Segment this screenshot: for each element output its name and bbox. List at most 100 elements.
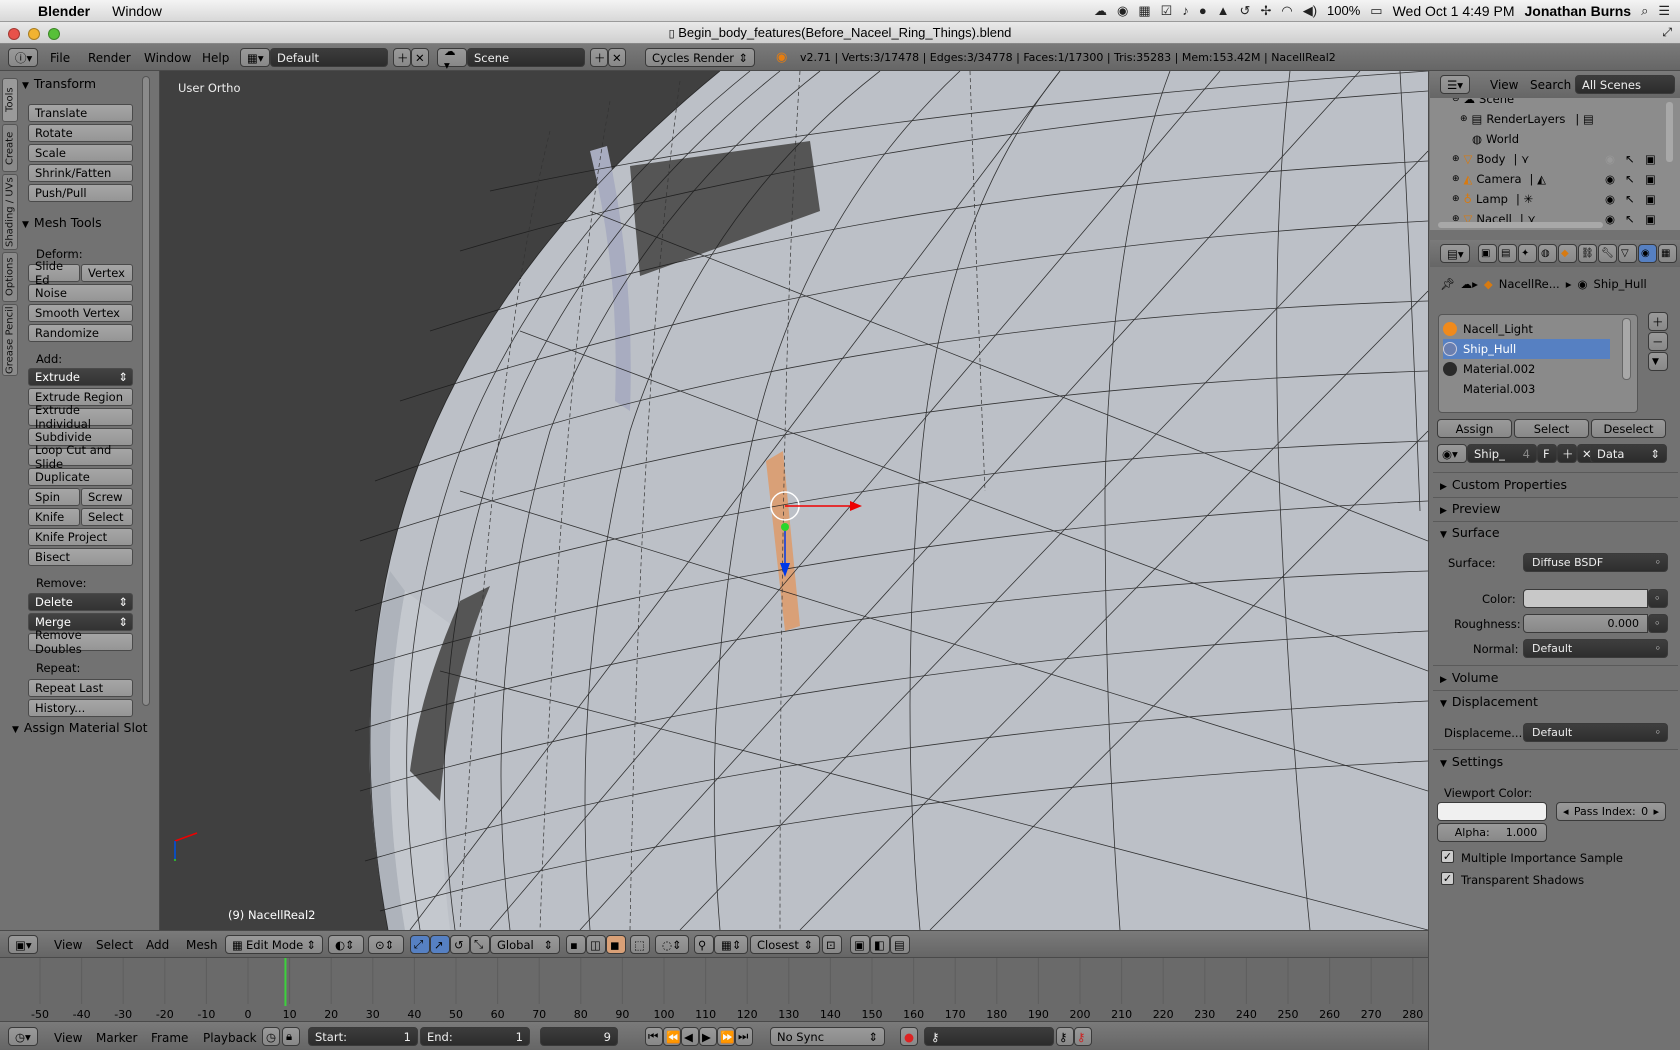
menu-help[interactable]: Help	[202, 51, 229, 65]
render-tab-icon[interactable]: ▣	[1478, 244, 1497, 263]
selectable-cursor-icon[interactable]: ↖	[1625, 192, 1635, 206]
color-swatch[interactable]	[1523, 589, 1648, 608]
timeline-editor[interactable]: -50 -40 -30 -20 -10 0 10 20 30 40 50 60 70 80 90 100 110…	[0, 957, 1428, 1021]
viewport-color-swatch[interactable]	[1437, 802, 1547, 821]
pivot-point-dropdown[interactable]: ⊙⇕	[368, 935, 404, 954]
add-scene-button[interactable]: ＋	[590, 48, 608, 67]
selectable-cursor-icon[interactable]: ↖	[1625, 212, 1635, 226]
bluetooth-icon[interactable]: ✢	[1260, 3, 1271, 19]
time-machine-icon[interactable]: ↺	[1240, 3, 1251, 19]
extrude-individual-button[interactable]: Extrude Individual	[28, 403, 133, 431]
manipulator-toggle[interactable]: ⤢	[410, 935, 430, 954]
panel-transform-header[interactable]: Transform	[22, 76, 96, 91]
jump-start-button[interactable]: ⏮	[645, 1027, 663, 1046]
increment-arrow-icon[interactable]: ▸	[1653, 805, 1659, 818]
history-button[interactable]: History...	[28, 699, 133, 717]
material-specials-dropdown[interactable]: ▼	[1648, 352, 1668, 371]
panel-assign-material-slot[interactable]: Assign Material Slot	[12, 720, 148, 735]
scene-tab-icon[interactable]: ✦	[1518, 244, 1537, 263]
translate-button[interactable]: Translate	[28, 104, 133, 122]
battery-icon[interactable]: ▭	[1370, 3, 1382, 19]
remove-doubles-button[interactable]: Remove Doubles	[28, 628, 133, 656]
panel-custom-properties[interactable]: Custom Properties	[1440, 477, 1567, 492]
start-frame-field[interactable]: Start: 1	[308, 1027, 418, 1046]
play-button[interactable]: ▶	[699, 1027, 717, 1046]
fake-user-toggle[interactable]: F	[1537, 444, 1557, 463]
material-name-field[interactable]: Ship_ 4	[1467, 444, 1537, 463]
data-tab-icon[interactable]: ▽	[1618, 244, 1637, 263]
remove-scene-button[interactable]: ✕	[608, 48, 626, 67]
color-socket-button[interactable]: ◦	[1648, 589, 1668, 608]
scene-icon[interactable]: ☁▾	[437, 44, 467, 72]
menu-add[interactable]: Add	[146, 938, 169, 952]
new-material-button[interactable]: ＋	[1557, 444, 1577, 463]
menu-select[interactable]: Select	[96, 938, 133, 952]
screen-layout-field[interactable]: Default	[270, 48, 388, 67]
3d-viewport[interactable]	[160, 71, 1428, 930]
expand-icon[interactable]: ⊕	[1452, 194, 1460, 204]
material-slot[interactable]: Material.003	[1443, 379, 1608, 399]
panel-mesh-tools-header[interactable]: Mesh Tools	[22, 215, 102, 230]
status-icon[interactable]: ◉	[1117, 3, 1128, 19]
shrink-fatten-button[interactable]: Shrink/Fatten	[28, 164, 133, 182]
push-pull-button[interactable]: Push/Pull	[28, 184, 133, 202]
end-frame-field[interactable]: End: 1	[420, 1027, 530, 1046]
editor-type-outliner[interactable]: ☰▾	[1440, 75, 1470, 94]
renderable-camera-icon[interactable]: ▣	[1645, 172, 1656, 186]
mis-checkbox[interactable]: ✓	[1441, 850, 1454, 863]
user-name[interactable]: Jonathan Burns	[1524, 3, 1631, 19]
current-frame-field[interactable]: 9	[540, 1027, 618, 1046]
delete-dropdown[interactable]: Delete ⇕	[28, 593, 133, 611]
material-slot[interactable]: Nacell_Light	[1443, 319, 1608, 339]
menu-window[interactable]: Window	[144, 51, 191, 65]
grid-icon[interactable]: ▦	[1138, 3, 1150, 19]
renderable-camera-icon[interactable]: ▣	[1645, 192, 1656, 206]
selectable-cursor-icon[interactable]: ↖	[1625, 152, 1635, 166]
snap-element-dropdown[interactable]: ▦⇕	[714, 935, 748, 954]
select-button[interactable]: Select	[1514, 419, 1589, 438]
tab-options[interactable]: Options	[2, 252, 18, 302]
scene-field[interactable]: Scene	[467, 48, 585, 67]
check-icon[interactable]: ☑	[1161, 3, 1173, 19]
roughness-socket-button[interactable]: ◦	[1648, 614, 1668, 633]
outliner-row-camera[interactable]: ⊕ ◭ Camera | ◭ ◉ ↖ ▣	[1430, 169, 1680, 189]
menu-timeline-view[interactable]: View	[54, 1031, 82, 1045]
app-menu[interactable]: Blender	[38, 3, 90, 19]
battery-percent[interactable]: 100%	[1327, 3, 1360, 18]
knife-select-button[interactable]: Select	[81, 508, 133, 526]
snap-align-icon[interactable]: ⊡	[822, 935, 842, 954]
wifi-icon[interactable]: ◠	[1281, 3, 1292, 19]
displacement-dropdown[interactable]: Default ◦	[1523, 723, 1668, 742]
outliner-row-body[interactable]: ⊕ ▽ Body | ⋎ ◉ ↖ ▣	[1430, 149, 1680, 169]
translate-manipulator[interactable]: ↗	[430, 935, 450, 954]
normal-dropdown[interactable]: Default ◦	[1523, 639, 1668, 658]
mesh-wireframe[interactable]	[160, 71, 1428, 930]
delete-keyframe-button[interactable]: ⚷	[1074, 1027, 1092, 1046]
snap-toggle[interactable]: ⚲	[694, 935, 714, 954]
menu-view[interactable]: View	[54, 938, 82, 952]
assign-button[interactable]: Assign	[1437, 419, 1512, 438]
randomize-button[interactable]: Randomize	[28, 324, 133, 342]
selectable-cursor-icon[interactable]: ↖	[1625, 172, 1635, 186]
panel-displacement[interactable]: Displacement	[1440, 694, 1538, 709]
noise-button[interactable]: Noise	[28, 284, 133, 302]
lock-range-toggle[interactable]: 🔒︎	[282, 1027, 300, 1046]
extrude-dropdown[interactable]: Extrude ⇕	[28, 368, 133, 386]
screen-layout-icon[interactable]: ▦▾	[240, 48, 270, 67]
renderable-camera-icon[interactable]: ▣	[1645, 152, 1656, 166]
bisect-button[interactable]: Bisect	[28, 548, 133, 566]
roughness-slider[interactable]: 0.000	[1523, 614, 1648, 633]
opengl-render-icon[interactable]: ▣	[850, 935, 870, 954]
remove-layout-button[interactable]: ✕	[411, 48, 429, 67]
tab-create[interactable]: Create	[2, 124, 18, 172]
object-tab-icon[interactable]: ◆	[1558, 244, 1577, 263]
volume-icon[interactable]: ◀)	[1303, 3, 1317, 19]
add-layout-button[interactable]: ＋	[393, 48, 411, 67]
render-engine-dropdown[interactable]: Cycles Render ⇕	[645, 48, 755, 67]
pass-index-field[interactable]: ◂ Pass Index: 0 ▸	[1556, 802, 1666, 821]
menu-marker[interactable]: Marker	[96, 1031, 137, 1045]
material-browse-button[interactable]: ◉▾	[1437, 444, 1467, 463]
sync-dropdown[interactable]: No Sync ⇕	[770, 1027, 885, 1046]
outliner-menu-view[interactable]: View	[1490, 78, 1518, 92]
outliner-row-renderlayers[interactable]: ⊕ ▤ RenderLayers | ▤	[1430, 109, 1680, 129]
